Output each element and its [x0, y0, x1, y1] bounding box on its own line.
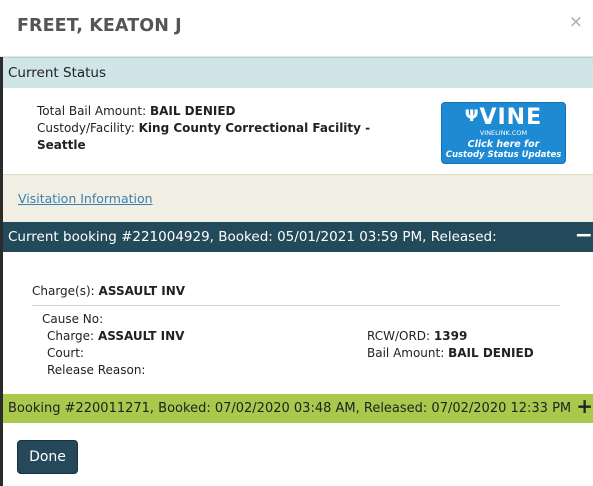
past-booking-header[interactable]: Booking #220011271, Booked: 07/02/2020 0… — [3, 394, 593, 423]
total-bail-value: BAIL DENIED — [149, 104, 236, 118]
bail-amount-row: Bail Amount: BAIL DENIED — [367, 345, 534, 362]
charge-label: Charge: — [47, 329, 95, 343]
custody-row: Custody/Facility: King County Correction… — [37, 120, 370, 137]
custody-label: Custody/Facility: — [37, 121, 135, 135]
rcw-value: 1399 — [433, 329, 468, 343]
bail-amount-value: BAIL DENIED — [448, 346, 534, 360]
current-booking-heading: Current booking #221004929, Booked: 05/0… — [8, 229, 497, 245]
current-booking-header[interactable]: Current booking #221004929, Booked: 05/0… — [3, 222, 593, 252]
visitation-panel: Visitation Information — [3, 174, 593, 222]
current-status-heading: Current Status — [8, 65, 107, 81]
close-icon[interactable]: × — [569, 12, 583, 32]
custody-row-continued: Seattle — [37, 137, 86, 154]
modal-header: FREET, KEATON J × — [0, 0, 593, 57]
total-bail-label: Total Bail Amount: — [37, 104, 147, 118]
visitation-information-link[interactable]: Visitation Information — [18, 191, 153, 206]
rcw-label: RCW/ORD: — [367, 329, 431, 343]
release-reason-row: Release Reason: — [47, 362, 145, 379]
court-label: Court: — [47, 346, 85, 360]
vine-logo: ΨVINE — [442, 105, 565, 130]
past-booking-heading: Booking #220011271, Booked: 07/02/2020 0… — [8, 401, 572, 416]
cause-no-label: Cause No: — [42, 312, 104, 326]
done-button[interactable]: Done — [17, 440, 78, 474]
rcw-row: RCW/ORD: 1399 — [367, 328, 467, 345]
charges-row: Charge(s): ASSAULT INV — [32, 283, 185, 300]
vine-custody-updates-button[interactable]: ΨVINE VINELINK.COM Click here for Custod… — [441, 102, 566, 164]
custody-value-line1: King County Correctional Facility - — [138, 121, 371, 135]
inmate-name-title: FREET, KEATON J — [17, 16, 182, 36]
vine-url: VINELINK.COM — [479, 129, 528, 137]
charges-divider — [32, 305, 560, 306]
court-row: Court: — [47, 345, 84, 362]
charges-label: Charge(s): — [32, 284, 95, 298]
cause-no-row: Cause No: — [42, 311, 103, 328]
charge-row: Charge: ASSAULT INV — [47, 328, 184, 345]
total-bail-row: Total Bail Amount: BAIL DENIED — [37, 103, 235, 120]
custody-value-line2: Seattle — [37, 138, 86, 152]
release-reason-label: Release Reason: — [47, 363, 146, 377]
vine-figure-icon: Ψ — [464, 106, 480, 125]
vine-cta-line1: Click here for — [467, 139, 540, 150]
vine-cta-line2: Custody Status Updates — [445, 150, 562, 160]
collapse-icon[interactable]: − — [575, 223, 593, 248]
vine-logo-text: VINE — [479, 105, 543, 130]
current-status-header: Current Status — [3, 57, 593, 89]
bail-amount-label: Bail Amount: — [367, 346, 445, 360]
charges-value: ASSAULT INV — [98, 284, 186, 298]
charge-value: ASSAULT INV — [97, 329, 185, 343]
expand-icon[interactable]: + — [576, 394, 593, 418]
